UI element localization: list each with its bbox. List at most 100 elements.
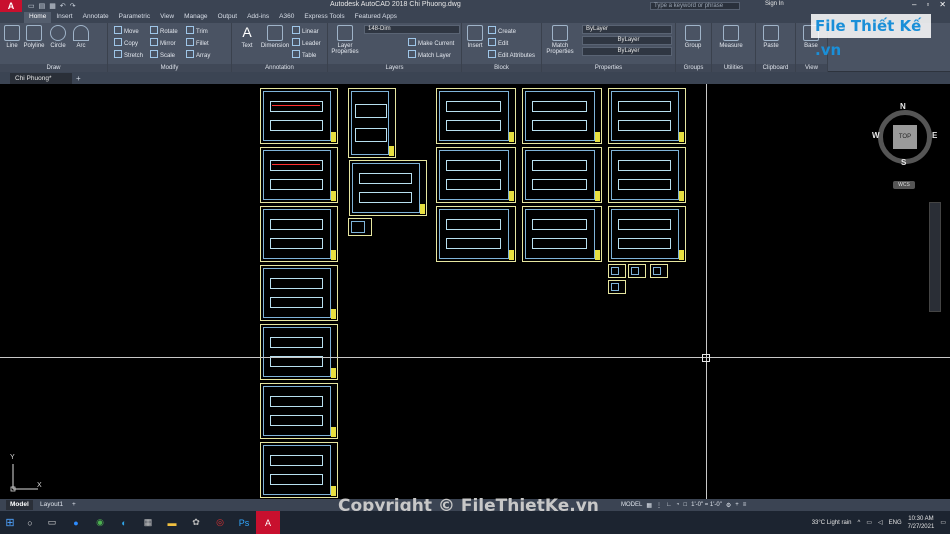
edit-block-button[interactable]: Edit — [488, 38, 508, 47]
move-button[interactable]: Move — [114, 26, 139, 35]
table-button[interactable]: Table — [292, 50, 316, 59]
create-block-button[interactable]: Create — [488, 26, 516, 35]
network-icon[interactable]: ▭ — [866, 519, 872, 526]
minimize-icon[interactable]: – — [912, 0, 916, 9]
tab-express-tools[interactable]: Express Tools — [299, 12, 349, 23]
autocad-logo-button[interactable]: A — [0, 0, 22, 12]
paste-button[interactable]: Paste — [760, 25, 782, 49]
file-explorer-icon[interactable]: ▬ — [160, 511, 184, 534]
trim-button[interactable]: Trim — [186, 26, 208, 35]
tab-a360[interactable]: A360 — [274, 12, 299, 23]
line-button[interactable]: Line — [1, 25, 23, 49]
drawing-sheet[interactable] — [522, 88, 602, 144]
wcs-menu[interactable]: WCS — [893, 181, 915, 189]
osnap-icon[interactable]: □ — [684, 502, 688, 508]
drawing-sheet[interactable] — [650, 264, 668, 278]
draw-panel-label[interactable]: Draw — [0, 64, 107, 72]
maximize-icon[interactable]: ▫ — [926, 0, 929, 9]
layer-properties-button[interactable]: Layer Properties — [330, 25, 360, 55]
settings-app-icon[interactable]: ✿ — [184, 511, 208, 534]
drawing-sheet[interactable] — [608, 206, 686, 262]
doc-tab-chi-phuong[interactable]: Chi Phuong* — [10, 73, 72, 84]
new-icon[interactable]: ▭ — [28, 2, 35, 10]
drawing-canvas[interactable]: TOP N S W E WCS Y X — [0, 84, 950, 499]
drawing-sheet[interactable] — [436, 206, 516, 262]
polar-icon[interactable]: ◔ — [676, 502, 680, 508]
windows-start-icon[interactable]: ⊞ — [0, 511, 20, 534]
task-view-icon[interactable]: ▭ — [40, 511, 64, 534]
compass-north[interactable]: N — [900, 102, 906, 111]
add-layout-icon[interactable]: + — [68, 500, 80, 510]
clipboard-panel-label[interactable]: Clipboard — [756, 64, 795, 72]
sign-in-button[interactable]: Sign In — [765, 1, 784, 7]
tab-parametric[interactable]: Parametric — [114, 12, 155, 23]
drawing-sheet[interactable] — [608, 264, 626, 278]
drawing-sheet[interactable] — [260, 88, 338, 144]
search-input[interactable]: Type a keyword or phrase — [650, 2, 740, 10]
stretch-button[interactable]: Stretch — [114, 50, 143, 59]
mirror-button[interactable]: Mirror — [150, 38, 176, 47]
new-tab-icon[interactable]: + — [76, 74, 81, 83]
drawing-sheet[interactable] — [608, 147, 686, 203]
lineweight-dropdown[interactable]: ByLayer — [582, 47, 672, 56]
drawing-sheet[interactable] — [349, 160, 427, 216]
arc-button[interactable]: Arc — [70, 25, 92, 49]
drawing-sheet[interactable] — [436, 88, 516, 144]
drawing-sheet[interactable] — [436, 147, 516, 203]
tab-insert[interactable]: Insert — [51, 12, 77, 23]
modify-panel-label[interactable]: Modify — [108, 64, 231, 72]
group-button[interactable]: Group — [682, 25, 704, 49]
utilities-panel-label[interactable]: Utilities — [712, 64, 755, 72]
photoshop-app-icon[interactable]: Ps — [232, 511, 256, 534]
text-button[interactable]: A Text — [236, 25, 258, 49]
viewcube-top-face[interactable]: TOP — [893, 125, 917, 149]
tab-add-ins[interactable]: Add-ins — [242, 12, 274, 23]
save-icon[interactable]: ▦ — [49, 2, 56, 10]
edge-app-icon[interactable]: ◐ — [112, 511, 136, 534]
dimension-button[interactable]: Dimension — [260, 25, 290, 49]
fillet-button[interactable]: Fillet — [186, 38, 209, 47]
linear-button[interactable]: Linear — [292, 26, 319, 35]
model-tab[interactable]: Model — [6, 500, 33, 510]
compass-east[interactable]: E — [932, 131, 937, 140]
tray-chevron-icon[interactable]: ^ — [857, 520, 860, 526]
zoom-app-icon[interactable]: ● — [64, 511, 88, 534]
opera-app-icon[interactable]: ◎ — [208, 511, 232, 534]
layer-dropdown[interactable]: 148-Dim — [364, 25, 460, 34]
drawing-sheet[interactable] — [260, 206, 338, 262]
notifications-icon[interactable]: ▭ — [940, 519, 946, 526]
drawing-sheet[interactable] — [260, 265, 338, 321]
calculator-app-icon[interactable]: ▦ — [136, 511, 160, 534]
drawing-sheet[interactable] — [348, 88, 396, 158]
ortho-icon[interactable]: ∟ — [666, 502, 672, 508]
snap-icon[interactable]: ⋮ — [656, 502, 662, 509]
insert-button[interactable]: Insert — [464, 25, 486, 49]
scale-button[interactable]: Scale — [150, 50, 175, 59]
view-panel-label[interactable]: View — [796, 64, 827, 72]
annotation-scale[interactable]: 1'-0" = 1'-0" — [691, 502, 722, 508]
color-dropdown[interactable]: ByLayer — [582, 25, 672, 34]
redo-icon[interactable]: ↷ — [70, 2, 76, 10]
match-properties-button[interactable]: Match Properties — [544, 25, 576, 55]
layout1-tab[interactable]: Layout1 — [36, 500, 67, 510]
rotate-button[interactable]: Rotate — [150, 26, 178, 35]
match-layer-button[interactable]: Match Layer — [408, 50, 451, 59]
customize-menu-icon[interactable]: ≡ — [743, 502, 747, 508]
leader-button[interactable]: Leader — [292, 38, 321, 47]
drawing-sheet[interactable] — [260, 147, 338, 203]
block-panel-label[interactable]: Block — [462, 64, 541, 72]
edit-attributes-button[interactable]: Edit Attributes — [488, 50, 535, 59]
linetype-dropdown[interactable]: ByLayer — [582, 36, 672, 45]
circle-button[interactable]: Circle — [47, 25, 69, 49]
tab-annotate[interactable]: Annotate — [78, 12, 114, 23]
workspace-gear-icon[interactable]: ⚙ — [726, 502, 731, 509]
tab-home[interactable]: Home — [24, 12, 52, 23]
autocad-taskbar-icon[interactable]: A — [256, 511, 280, 534]
chrome-app-icon[interactable]: ◉ — [88, 511, 112, 534]
annotation-panel-label[interactable]: Annotation — [232, 64, 327, 72]
drawing-sheet[interactable] — [628, 264, 646, 278]
model-space-button[interactable]: MODEL — [621, 502, 642, 508]
groups-panel-label[interactable]: Groups — [676, 64, 711, 72]
weather-widget[interactable]: 33°C Light rain — [812, 520, 852, 526]
layers-panel-label[interactable]: Layers — [328, 64, 461, 72]
